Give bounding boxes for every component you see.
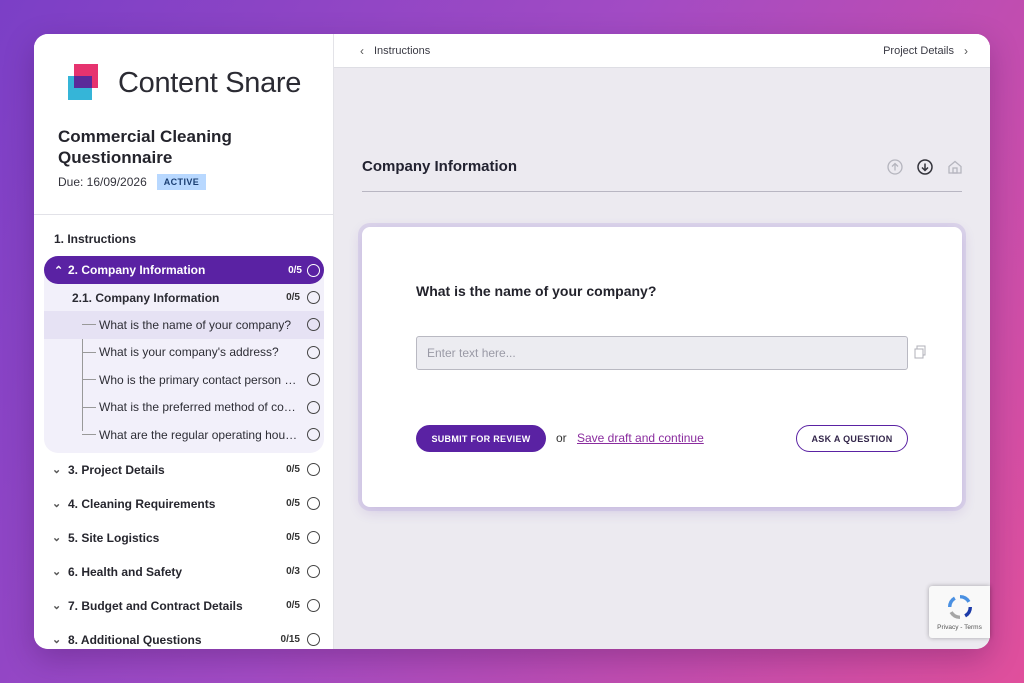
submit-for-review-button[interactable]: SUBMIT FOR REVIEW — [416, 425, 546, 452]
nav-item-label: 2. Company Information — [68, 263, 206, 277]
section-divider — [362, 191, 962, 192]
progress-circle-icon — [307, 463, 320, 476]
chevron-down-icon: ⌄ — [52, 566, 62, 578]
arrow-up-circle-icon[interactable] — [886, 158, 904, 176]
active-section-group: ⌃ 2. Company Information 0/5 2.1. Compan… — [44, 256, 324, 453]
question-text: What is the name of your company? — [416, 283, 657, 299]
progress-count: 0/5 — [286, 464, 300, 475]
nav-subsection-company-information[interactable]: 2.1. Company Information 0/5 — [44, 284, 324, 311]
progress-circle-icon — [307, 565, 320, 578]
nav-item-budget-and-contract-details[interactable]: ⌄ 7. Budget and Contract Details 0/5 — [34, 589, 333, 623]
section-toolbar — [874, 158, 964, 176]
answer-input[interactable] — [416, 336, 908, 370]
next-section-link[interactable]: Project Details › — [883, 44, 968, 58]
question-item[interactable]: What is your company's address? — [44, 339, 324, 367]
progress-circle-icon — [307, 400, 320, 414]
progress-count: 0/5 — [286, 600, 300, 611]
progress-circle-icon — [307, 318, 320, 332]
question-label: What is the preferred method of communic… — [99, 400, 299, 415]
chevron-down-icon: ⌄ — [52, 634, 62, 646]
section-title: Company Information — [362, 158, 518, 175]
nav-item-label: 3. Project Details — [68, 462, 165, 477]
nav-item-cleaning-requirements[interactable]: ⌄ 4. Cleaning Requirements 0/5 — [34, 487, 333, 521]
question-label: What are the regular operating hours? — [99, 427, 299, 442]
nav-item-instructions[interactable]: 1. Instructions — [34, 222, 333, 256]
recaptcha-badge[interactable]: Privacy - Terms — [929, 586, 990, 638]
section-nav: 1. Instructions ⌃ 2. Company Information… — [34, 222, 333, 650]
nav-item-label: 1. Instructions — [54, 232, 137, 246]
copy-icon[interactable] — [914, 345, 926, 359]
question-item[interactable]: Who is the primary contact person for th… — [44, 366, 324, 394]
question-label: What is the name of your company? — [99, 317, 292, 332]
progress-count: 0/15 — [280, 634, 300, 645]
progress-circle-icon — [307, 428, 320, 442]
nav-subsection-label: 2.1. Company Information — [72, 290, 220, 305]
sidebar: Content Snare Commercial Cleaning Questi… — [34, 34, 334, 649]
brand-name: Content Snare — [118, 66, 302, 99]
progress-count: 0/5 — [286, 532, 300, 543]
chevron-down-icon: ⌄ — [52, 498, 62, 510]
arrow-down-circle-icon[interactable] — [916, 158, 934, 176]
recaptcha-icon — [948, 595, 972, 619]
nav-item-label: 8. Additional Questions — [68, 632, 202, 647]
chevron-down-icon: ⌄ — [52, 464, 62, 476]
progress-circle-icon — [307, 599, 320, 612]
home-icon[interactable] — [946, 158, 964, 176]
status-badge: ACTIVE — [156, 174, 207, 190]
question-item[interactable]: What are the regular operating hours? — [44, 421, 324, 449]
question-label: What is your company's address? — [99, 345, 279, 360]
question-label: Who is the primary contact person for th… — [99, 372, 299, 387]
progress-count: 0/5 — [288, 264, 302, 276]
progress-circle-icon — [307, 345, 320, 359]
content-snare-logo-icon — [68, 64, 104, 102]
next-section-label: Project Details — [883, 45, 954, 57]
question-item[interactable]: What is the name of your company? — [44, 311, 324, 339]
progress-circle-icon — [307, 497, 320, 510]
progress-count: 0/5 — [286, 498, 300, 509]
prev-section-link[interactable]: ‹ Instructions — [360, 44, 430, 58]
question-list: What is the name of your company? What i… — [44, 311, 324, 449]
question-card: What is the name of your company? SUBMIT… — [362, 227, 962, 507]
nav-item-label: 7. Budget and Contract Details — [68, 598, 243, 613]
sidebar-divider — [34, 214, 333, 215]
chevron-down-icon: ⌄ — [52, 532, 62, 544]
progress-circle-icon — [307, 263, 320, 277]
progress-circle-icon — [307, 373, 320, 387]
chevron-right-icon: › — [964, 44, 968, 58]
nav-item-project-details[interactable]: ⌄ 3. Project Details 0/5 — [34, 453, 333, 487]
nav-item-company-information[interactable]: ⌃ 2. Company Information 0/5 — [44, 256, 324, 284]
progress-circle-icon — [307, 291, 320, 304]
chevron-up-icon: ⌃ — [54, 264, 64, 277]
progress-count: 0/3 — [286, 566, 300, 577]
nav-item-health-and-safety[interactable]: ⌄ 6. Health and Safety 0/3 — [34, 555, 333, 589]
nav-item-additional-questions[interactable]: ⌄ 8. Additional Questions 0/15 — [34, 623, 333, 650]
chevron-down-icon: ⌄ — [52, 600, 62, 612]
top-nav-bar: ‹ Instructions Project Details › — [334, 34, 990, 68]
chevron-left-icon: ‹ — [360, 44, 364, 58]
due-date: Due: 16/09/2026 — [58, 175, 147, 189]
progress-circle-icon — [307, 633, 320, 646]
questionnaire-title: Commercial Cleaning Questionnaire — [58, 127, 232, 167]
nav-item-site-logistics[interactable]: ⌄ 5. Site Logistics 0/5 — [34, 521, 333, 555]
progress-circle-icon — [307, 531, 320, 544]
question-item[interactable]: What is the preferred method of communic… — [44, 394, 324, 422]
or-text: or — [556, 431, 567, 445]
brand: Content Snare — [68, 64, 301, 102]
save-draft-link[interactable]: Save draft and continue — [577, 431, 704, 445]
ask-question-button[interactable]: ASK A QUESTION — [796, 425, 908, 452]
nav-item-label: 6. Health and Safety — [68, 564, 183, 579]
nav-item-label: 4. Cleaning Requirements — [68, 496, 216, 511]
due-row: Due: 16/09/2026 ACTIVE — [58, 174, 207, 190]
app-window: Content Snare Commercial Cleaning Questi… — [34, 34, 990, 649]
recaptcha-text: Privacy - Terms — [937, 624, 982, 631]
prev-section-label: Instructions — [374, 45, 431, 57]
progress-count: 0/5 — [286, 292, 300, 303]
nav-item-label: 5. Site Logistics — [68, 530, 160, 545]
main-content: ‹ Instructions Project Details › Company… — [334, 34, 990, 649]
